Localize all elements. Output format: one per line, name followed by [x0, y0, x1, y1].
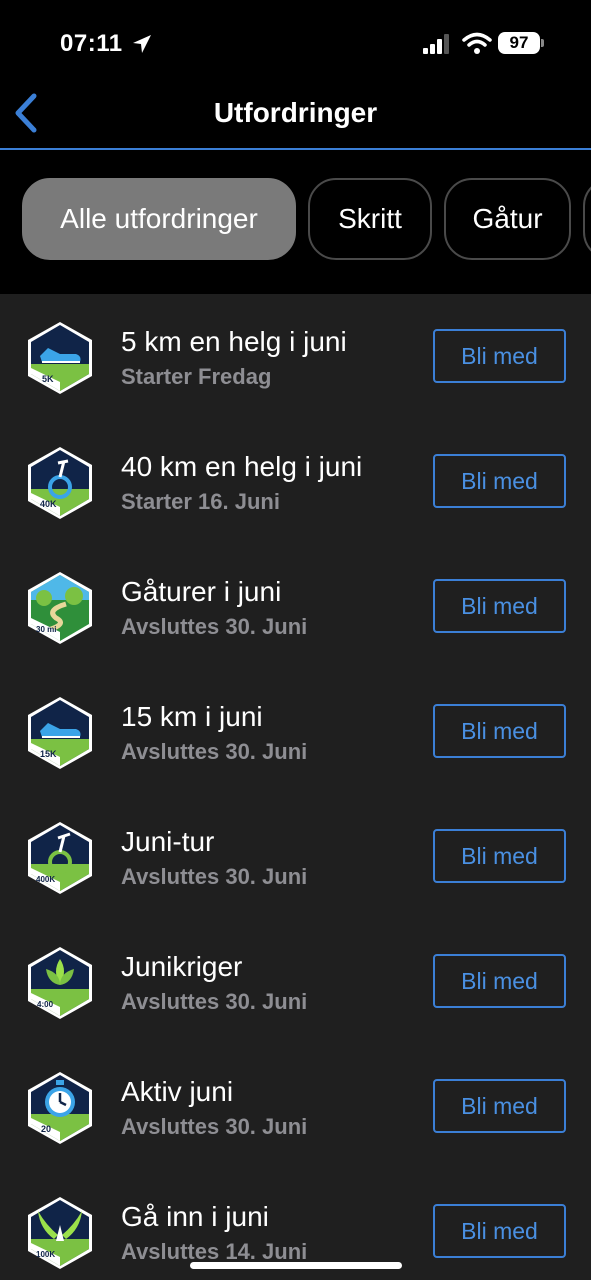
challenge-status: Avsluttes 30. Juni	[121, 1114, 308, 1139]
status-bar: 07:11 97	[0, 0, 591, 90]
badge-label: 400K	[36, 875, 55, 884]
join-button[interactable]: Bli med	[433, 579, 566, 633]
challenge-name: 40 km en helg i juni	[121, 451, 363, 482]
join-button[interactable]: Bli med	[433, 1204, 566, 1258]
badge-label: 4:00	[37, 1000, 54, 1009]
wifi-icon	[462, 32, 492, 54]
filter-tabs: Alle utfordringer Skritt Gåtur	[0, 178, 591, 264]
wings-icon: 100K	[28, 1197, 92, 1269]
challenge-name: Junikriger	[121, 951, 243, 982]
challenge-status: Avsluttes 30. Juni	[121, 614, 308, 639]
list-item: 5K 5 km en helg i juni Starter Fredag Bl…	[0, 294, 591, 419]
challenge-status: Avsluttes 30. Juni	[121, 989, 308, 1014]
tab-steps[interactable]: Skritt	[308, 178, 432, 260]
badge-label: 5K	[42, 374, 54, 384]
challenge-status: Avsluttes 30. Juni	[121, 739, 308, 764]
list-item: 15K 15 km i juni Avsluttes 30. Juni Bli …	[0, 669, 591, 794]
challenge-name: 5 km en helg i juni	[121, 326, 347, 357]
bicycle-icon: 40K	[28, 447, 92, 519]
trees-path-icon: 30 mi	[28, 572, 92, 644]
tab-walk[interactable]: Gåtur	[444, 178, 571, 260]
badge-label: 100K	[36, 1250, 55, 1259]
join-button[interactable]: Bli med	[433, 329, 566, 383]
badge-label: 30 mi	[36, 625, 56, 634]
list-item: 20 Aktiv juni Avsluttes 30. Juni Bli med	[0, 1044, 591, 1169]
badge-label: 20	[41, 1124, 51, 1134]
challenge-status: Starter Fredag	[121, 364, 272, 389]
join-button[interactable]: Bli med	[433, 704, 566, 758]
tab-more-partial[interactable]	[583, 178, 591, 260]
battery-tip	[541, 39, 544, 47]
challenge-name: Gå inn i juni	[121, 1201, 269, 1232]
bicycle-icon: 400K	[28, 822, 92, 894]
badge-label: 40K	[40, 499, 57, 509]
battery-indicator: 97	[498, 32, 540, 54]
challenge-name: Gåturer i juni	[121, 576, 282, 607]
challenge-name: Aktiv juni	[121, 1076, 234, 1107]
join-button[interactable]: Bli med	[433, 1079, 566, 1133]
challenge-status: Avsluttes 30. Juni	[121, 864, 308, 889]
list-item: 40K 40 km en helg i juni Starter 16. Jun…	[0, 419, 591, 544]
challenge-name: 15 km i juni	[121, 701, 263, 732]
page-title: Utfordringer	[213, 97, 378, 128]
home-indicator	[190, 1262, 402, 1269]
location-arrow-icon	[133, 35, 151, 53]
navigation-bar: Utfordringer	[0, 90, 591, 150]
join-button[interactable]: Bli med	[433, 454, 566, 508]
join-button[interactable]: Bli med	[433, 954, 566, 1008]
cellular-signal-icon	[423, 34, 449, 54]
challenge-status: Starter 16. Juni	[121, 489, 280, 514]
status-time: 07:11	[60, 30, 123, 57]
challenge-name: Juni-tur	[121, 826, 215, 857]
running-shoe-icon: 5K	[28, 322, 92, 394]
badge-label: 15K	[40, 749, 57, 759]
challenge-list: 5K 5 km en helg i juni Starter Fredag Bl…	[0, 294, 591, 1280]
lotus-icon: 4:00	[28, 947, 92, 1019]
join-button[interactable]: Bli med	[433, 829, 566, 883]
list-item: 4:00 Junikriger Avsluttes 30. Juni Bli m…	[0, 919, 591, 1044]
list-item: 30 mi Gåturer i juni Avsluttes 30. Juni …	[0, 544, 591, 669]
list-item: 400K Juni-tur Avsluttes 30. Juni Bli med	[0, 794, 591, 919]
stopwatch-icon: 20	[28, 1072, 92, 1144]
running-shoe-icon: 15K	[28, 697, 92, 769]
tab-all-challenges[interactable]: Alle utfordringer	[22, 178, 296, 260]
